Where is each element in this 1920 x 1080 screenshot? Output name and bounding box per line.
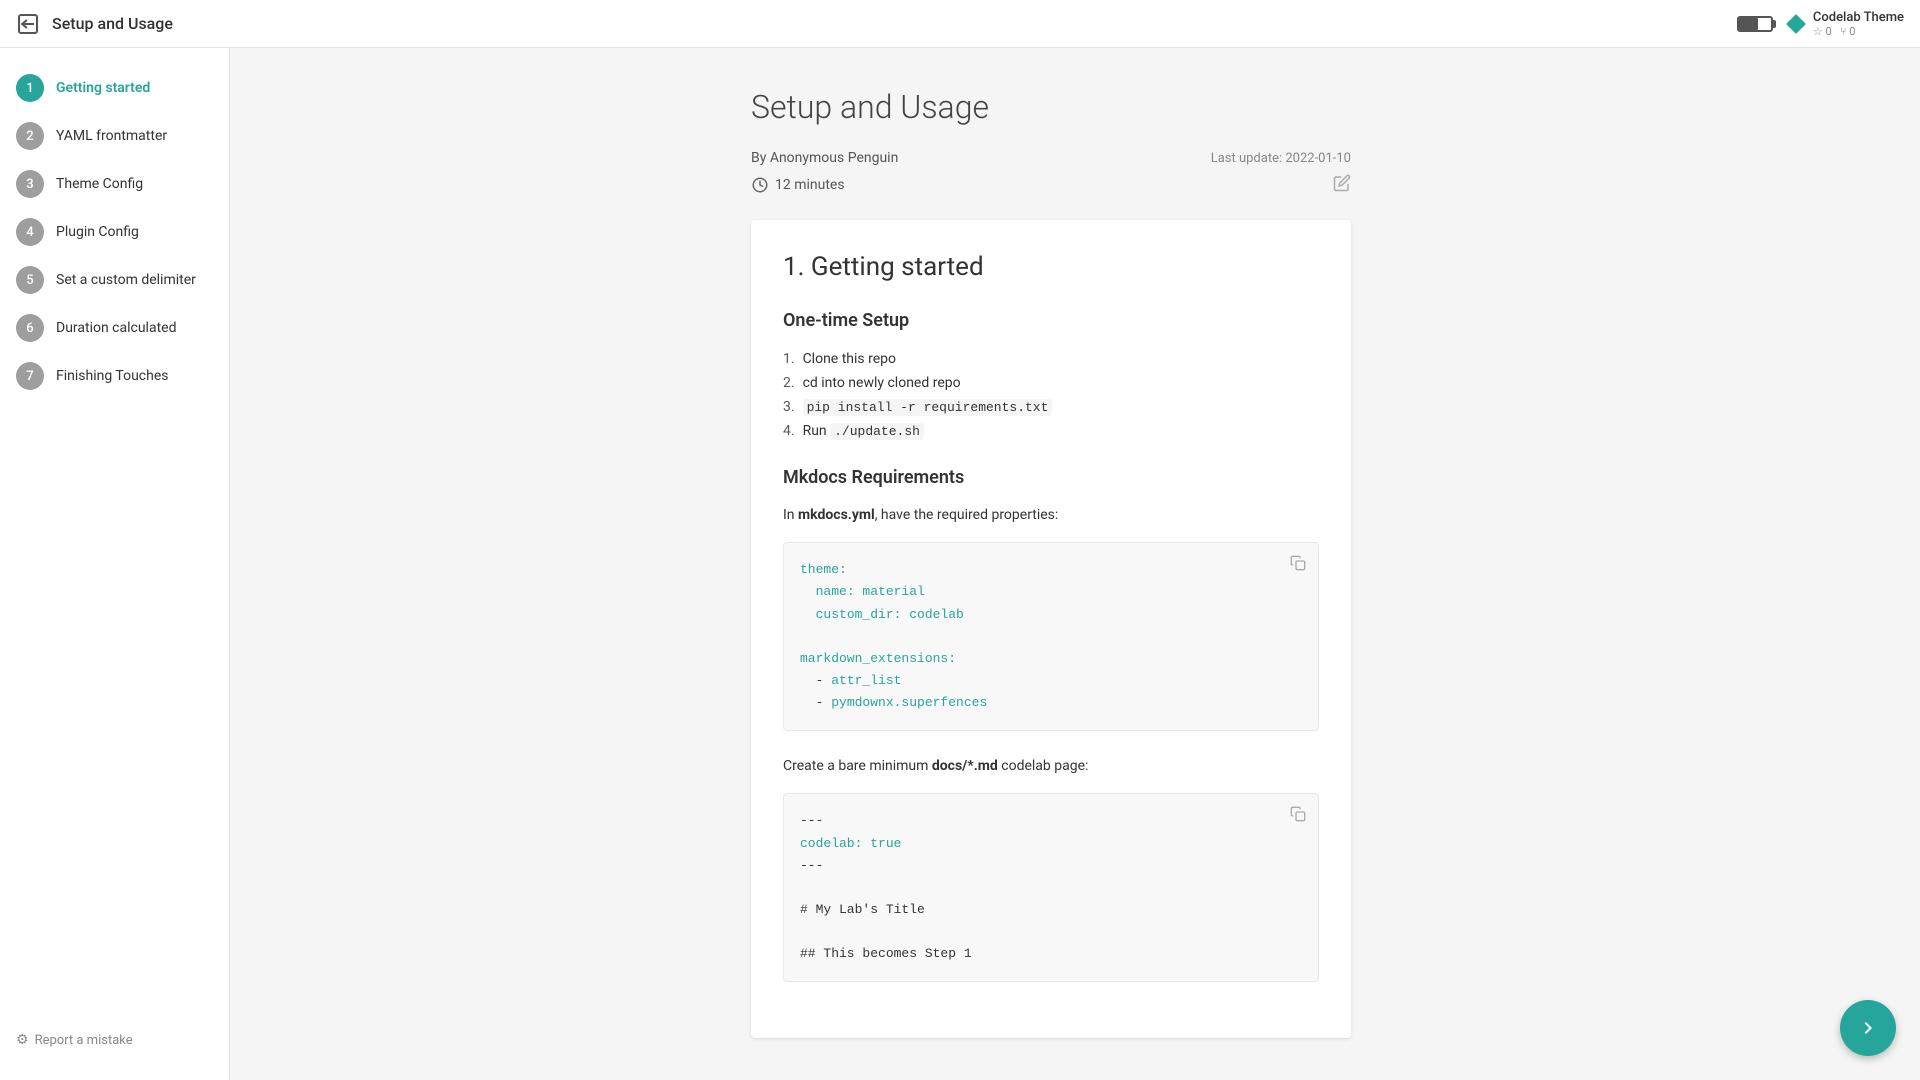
gear-icon: ⚙ [16,1032,29,1048]
author-label: By Anonymous Penguin [751,150,898,166]
code-line: custom_dir: codelab [800,604,1302,626]
clock-icon [751,176,769,194]
meta-row: By Anonymous Penguin Last update: 2022-0… [751,150,1351,166]
header-title: Setup and Usage [52,14,173,33]
code-line: --- [800,810,1302,832]
step-label-7: Finishing Touches [56,368,168,384]
code-line: codelab: true [800,833,1302,855]
sidebar-item-duration-calculated[interactable]: 6 Duration calculated [0,304,229,352]
setup-steps-list: 1. Clone this repo 2. cd into newly clon… [783,347,1319,443]
code-line: theme: [800,559,1302,581]
battery-icon [1737,16,1773,32]
article-card: 1. Getting started One-time Setup 1. Clo… [751,220,1351,1038]
codelab-theme-stats: ☆ 0 ⑂ 0 [1813,25,1904,38]
step-circle-6: 6 [16,314,44,342]
sidebar-footer: ⚙ Report a mistake [0,1016,229,1064]
code-line [800,626,1302,648]
duration-info: 12 minutes [751,176,845,194]
code-line: ## This becomes Step 1 [800,943,1302,965]
sidebar-steps: 1 Getting started 2 YAML frontmatter 3 T… [0,64,229,400]
header-left: Setup and Usage [16,12,173,36]
duration-label: 12 minutes [775,177,845,193]
copy-button-1[interactable] [1286,551,1310,575]
list-item: 2. cd into newly cloned repo [783,371,1319,395]
code-block-1: theme: name: material custom_dir: codela… [783,542,1319,731]
copy-button-2[interactable] [1286,802,1310,826]
page-title: Setup and Usage [751,88,1351,126]
sidebar-item-theme-config[interactable]: 3 Theme Config [0,160,229,208]
code-line: --- [800,855,1302,877]
step-label-3: Theme Config [56,176,143,192]
code-line [800,877,1302,899]
report-mistake-link[interactable]: ⚙ Report a mistake [16,1032,213,1048]
step-label-5: Set a custom delimiter [56,272,196,288]
section-title: 1. Getting started [783,252,1319,282]
page-title-section: Setup and Usage By Anonymous Penguin Las… [751,88,1351,196]
main-layout: 1 Getting started 2 YAML frontmatter 3 T… [0,48,1920,1080]
next-button[interactable] [1840,1000,1896,1056]
step-label-6: Duration calculated [56,320,176,336]
edit-icon[interactable] [1333,174,1351,196]
code-line [800,921,1302,943]
sidebar-item-finishing-touches[interactable]: 7 Finishing Touches [0,352,229,400]
code-line: markdown_extensions: [800,648,1302,670]
report-mistake-label: Report a mistake [35,1033,133,1048]
header-right: Codelab Theme ☆ 0 ⑂ 0 [1737,10,1904,38]
sidebar-item-custom-delimiter[interactable]: 5 Set a custom delimiter [0,256,229,304]
codelab-diamond-icon [1786,14,1806,34]
right-panel [1872,48,1920,1080]
code-line: - pymdownx.superfences [800,692,1302,714]
sidebar-item-getting-started[interactable]: 1 Getting started [0,64,229,112]
step-circle-2: 2 [16,122,44,150]
code-line: - attr_list [800,670,1302,692]
one-time-setup-heading: One-time Setup [783,310,1319,331]
list-item: 3. pip install -r requirements.txt [783,395,1319,419]
duration-row: 12 minutes [751,174,1351,196]
code-line: name: material [800,581,1302,603]
content-inner: Setup and Usage By Anonymous Penguin Las… [731,48,1371,1080]
step-circle-5: 5 [16,266,44,294]
code-line: # My Lab's Title [800,899,1302,921]
list-item: 4. Run ./update.sh [783,419,1319,443]
step-label-2: YAML frontmatter [56,128,167,144]
header: Setup and Usage Codelab Theme ☆ 0 ⑂ 0 [0,0,1920,48]
step-circle-4: 4 [16,218,44,246]
step-label-4: Plugin Config [56,224,139,240]
step-circle-7: 7 [16,362,44,390]
code-block-2: --- codelab: true --- # My Lab's Title #… [783,793,1319,982]
back-icon[interactable] [16,12,40,36]
codelab-theme-info: Codelab Theme ☆ 0 ⑂ 0 [1813,10,1904,38]
content-area: Setup and Usage By Anonymous Penguin Las… [230,48,1872,1080]
last-update-label: Last update: 2022-01-10 [1211,151,1351,166]
step-label-1: Getting started [56,80,150,96]
codelab-theme-name: Codelab Theme [1813,10,1904,25]
sidebar-item-plugin-config[interactable]: 4 Plugin Config [0,208,229,256]
bare-minimum-text: Create a bare minimum docs/*.md codelab … [783,755,1319,777]
step-circle-1: 1 [16,74,44,102]
mkdocs-intro: In mkdocs.yml, have the required propert… [783,504,1319,526]
codelab-theme-section: Codelab Theme ☆ 0 ⑂ 0 [1785,10,1904,38]
sidebar-item-yaml-frontmatter[interactable]: 2 YAML frontmatter [0,112,229,160]
mkdocs-heading: Mkdocs Requirements [783,467,1319,488]
step-circle-3: 3 [16,170,44,198]
list-item: 1. Clone this repo [783,347,1319,371]
sidebar: 1 Getting started 2 YAML frontmatter 3 T… [0,48,230,1080]
